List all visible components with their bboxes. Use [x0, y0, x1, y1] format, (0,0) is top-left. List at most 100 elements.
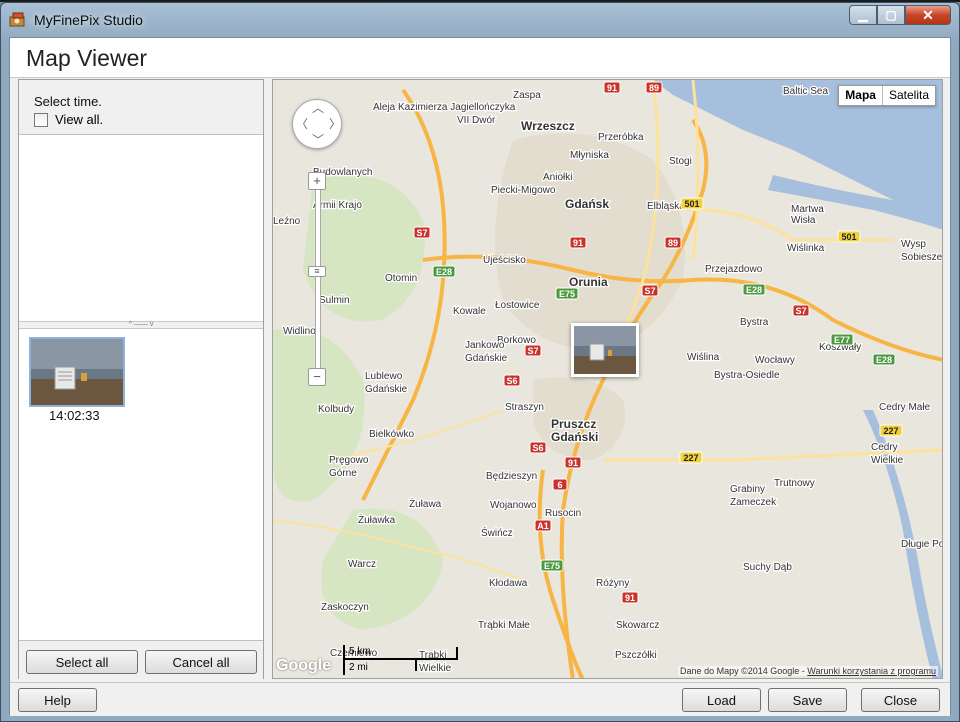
- place-label: Wojanowo: [490, 500, 537, 511]
- place-label: Wrzeszcz: [521, 119, 575, 133]
- place-label: Rusocin: [545, 508, 581, 519]
- svg-text:S6: S6: [532, 443, 543, 453]
- place-label: Kolbudy: [318, 404, 354, 415]
- svg-text:6: 6: [557, 480, 562, 490]
- map-photo-marker[interactable]: [571, 323, 639, 377]
- map-type-mapa-button[interactable]: Mapa: [839, 86, 883, 105]
- place-label: Skowarcz: [616, 620, 659, 631]
- place-label: Bielkówko: [369, 429, 414, 440]
- scale-metric-label: 5 km: [349, 646, 371, 657]
- place-label: Piecki-Migowo: [491, 185, 556, 196]
- pan-right-icon[interactable]: 〉: [329, 118, 341, 130]
- svg-text:91: 91: [607, 83, 617, 93]
- road-shield-e28: E28: [742, 283, 766, 296]
- svg-text:E77: E77: [834, 335, 850, 345]
- road-shield-91: 91: [569, 236, 587, 249]
- client-area: Map Viewer Select time. View all. ^ —— v: [9, 37, 951, 716]
- footer-bar: Help Load Save Close: [10, 682, 950, 716]
- road-shield-e75: E75: [555, 287, 579, 300]
- road-shield-s7: S7: [792, 304, 810, 317]
- selection-buttons: Select all Cancel all: [19, 640, 263, 680]
- zoom-in-button[interactable]: +: [308, 172, 326, 190]
- road-shield-s6: S6: [503, 374, 521, 387]
- help-button[interactable]: Help: [18, 688, 97, 712]
- place-label: Przejazdowo: [705, 264, 763, 275]
- road-shield-s7: S7: [524, 344, 542, 357]
- svg-text:E75: E75: [559, 289, 575, 299]
- pan-up-icon[interactable]: ︿: [312, 102, 324, 114]
- place-label: Kowale: [453, 306, 486, 317]
- panel-splitter[interactable]: ^ —— v: [19, 321, 263, 329]
- svg-text:A1: A1: [537, 521, 549, 531]
- maximize-button[interactable]: ▢: [877, 5, 905, 25]
- scale-tick-mile: [415, 659, 417, 671]
- place-label: Leźno: [273, 216, 301, 227]
- app-icon: [9, 12, 25, 27]
- place-label: Stogi: [669, 156, 692, 167]
- place-label: Aniołki: [543, 172, 572, 183]
- zoom-slider-handle[interactable]: ≡: [308, 266, 326, 277]
- splitter-grip-icon: ^ —— v: [128, 321, 154, 328]
- svg-text:91: 91: [625, 593, 635, 603]
- cancel-all-button[interactable]: Cancel all: [145, 650, 257, 674]
- road-shield-227: 227: [679, 451, 703, 464]
- road-shield-501: 501: [680, 197, 704, 210]
- map-view[interactable]: Zaspa Wrzeszcz Przeróbka Stogi Młyniska Anioł…: [272, 79, 943, 679]
- window-title: MyFinePix Studio: [34, 12, 143, 28]
- place-label: Młyniska: [570, 150, 609, 161]
- terms-link[interactable]: Warunki korzystania z programu: [807, 666, 936, 676]
- svg-text:91: 91: [568, 458, 578, 468]
- photo-thumbnail[interactable]: [29, 337, 125, 407]
- load-button[interactable]: Load: [682, 688, 761, 712]
- place-label: Wocławy: [755, 355, 795, 366]
- road-shield-e28: E28: [432, 265, 456, 278]
- left-panel: Select time. View all. ^ —— v 14:02:33 S…: [18, 79, 264, 680]
- minimize-button[interactable]: ▁: [849, 5, 877, 25]
- svg-text:91: 91: [573, 238, 583, 248]
- svg-text:S7: S7: [795, 306, 806, 316]
- road-shield-6: 6: [552, 478, 568, 491]
- close-window-button[interactable]: ✕: [905, 5, 951, 25]
- time-selector: Select time. View all.: [19, 80, 263, 135]
- place-label: Suchy Dąb: [743, 562, 792, 573]
- svg-text:89: 89: [649, 83, 659, 93]
- app-window: MyFinePix Studio ▁ ▢ ✕ Map Viewer Select…: [0, 2, 960, 722]
- road-shield-e28: E28: [872, 353, 896, 366]
- map-canvas[interactable]: Zaspa Wrzeszcz Przeróbka Stogi Młyniska Anioł…: [273, 80, 943, 679]
- place-label: Ujeścisko: [483, 255, 526, 266]
- place-label: Świńcz: [481, 526, 513, 539]
- title-bar[interactable]: MyFinePix Studio ▁ ▢ ✕: [1, 3, 959, 35]
- pan-left-icon[interactable]: 〈: [296, 118, 308, 130]
- pan-control[interactable]: ︿ ﹀ 〈 〉: [292, 99, 342, 149]
- close-button[interactable]: Close: [861, 688, 940, 712]
- zoom-slider-track[interactable]: [315, 180, 321, 376]
- checkbox-box[interactable]: [34, 112, 48, 127]
- place-label: Żuławka: [358, 513, 396, 526]
- save-button[interactable]: Save: [768, 688, 847, 712]
- road-shield-e75: E75: [540, 559, 564, 572]
- road-shield-501: 501: [837, 230, 861, 243]
- time-list[interactable]: [19, 136, 263, 321]
- map-type-control: Mapa Satelita: [838, 85, 936, 106]
- map-type-satelita-button[interactable]: Satelita: [883, 86, 935, 105]
- pan-down-icon[interactable]: ﹀: [312, 134, 324, 146]
- road-shield-227: 227: [879, 424, 903, 437]
- road-shield-91: 91: [621, 591, 639, 604]
- road-shield-a1: A1: [534, 519, 552, 532]
- view-all-checkbox[interactable]: View all.: [34, 112, 103, 127]
- place-label: Cedry Małe: [879, 402, 931, 413]
- place-label: Wiślina: [687, 352, 720, 363]
- road-shield-s7: S7: [641, 284, 659, 297]
- svg-text:S6: S6: [506, 376, 517, 386]
- scale-tick-left: [343, 645, 345, 675]
- place-label: Baltic Sea: [783, 86, 828, 97]
- svg-text:227: 227: [683, 453, 698, 463]
- place-label: Żuława: [409, 497, 442, 510]
- place-label: Kłodawa: [489, 578, 528, 589]
- zoom-out-button[interactable]: −: [308, 368, 326, 386]
- minimize-icon: ▁: [858, 8, 868, 22]
- place-label: Orunia: [569, 275, 608, 289]
- svg-text:E75: E75: [544, 561, 560, 571]
- svg-text:S7: S7: [527, 346, 538, 356]
- select-all-button[interactable]: Select all: [26, 650, 138, 674]
